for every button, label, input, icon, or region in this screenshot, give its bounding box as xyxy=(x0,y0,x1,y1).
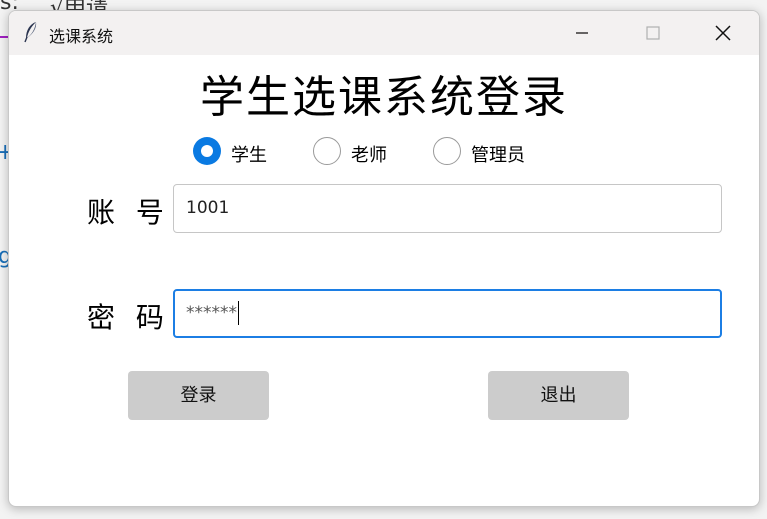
password-label: 密 码 xyxy=(87,301,170,334)
title-bar[interactable]: 选课系统 xyxy=(9,11,759,55)
radio-indicator xyxy=(193,137,221,165)
password-input-value: ****** xyxy=(186,303,237,323)
account-input[interactable]: 1001 xyxy=(173,184,722,233)
radio-indicator xyxy=(433,137,461,165)
radio-indicator xyxy=(313,137,341,165)
close-icon xyxy=(715,25,731,41)
background-divider xyxy=(0,36,8,38)
role-radio-label: 管理员 xyxy=(471,145,525,166)
desktop: s: √申请 + g 选课系统 xyxy=(0,0,767,519)
maximize-icon xyxy=(646,26,660,40)
maximize-button[interactable] xyxy=(617,11,687,55)
feather-icon xyxy=(24,22,37,43)
exit-button[interactable]: 退出 xyxy=(488,371,629,420)
role-radio-label: 老师 xyxy=(351,145,387,166)
minimize-button[interactable] xyxy=(547,11,617,55)
role-radio-label: 学生 xyxy=(231,145,267,166)
page-title: 学生选课系统登录 xyxy=(200,72,568,123)
login-button[interactable]: 登录 xyxy=(128,371,269,420)
text-caret xyxy=(238,301,239,325)
window-title: 选课系统 xyxy=(49,27,114,46)
close-button[interactable] xyxy=(687,11,757,55)
minimize-icon xyxy=(576,32,588,34)
account-input-value: 1001 xyxy=(186,198,230,218)
account-label: 账 号 xyxy=(87,196,170,229)
password-input[interactable]: ****** xyxy=(173,289,722,338)
login-window: 选课系统 学生选课系统登录 学生 老师 管理员 账 号 1001 密 码 ***… xyxy=(8,10,760,507)
